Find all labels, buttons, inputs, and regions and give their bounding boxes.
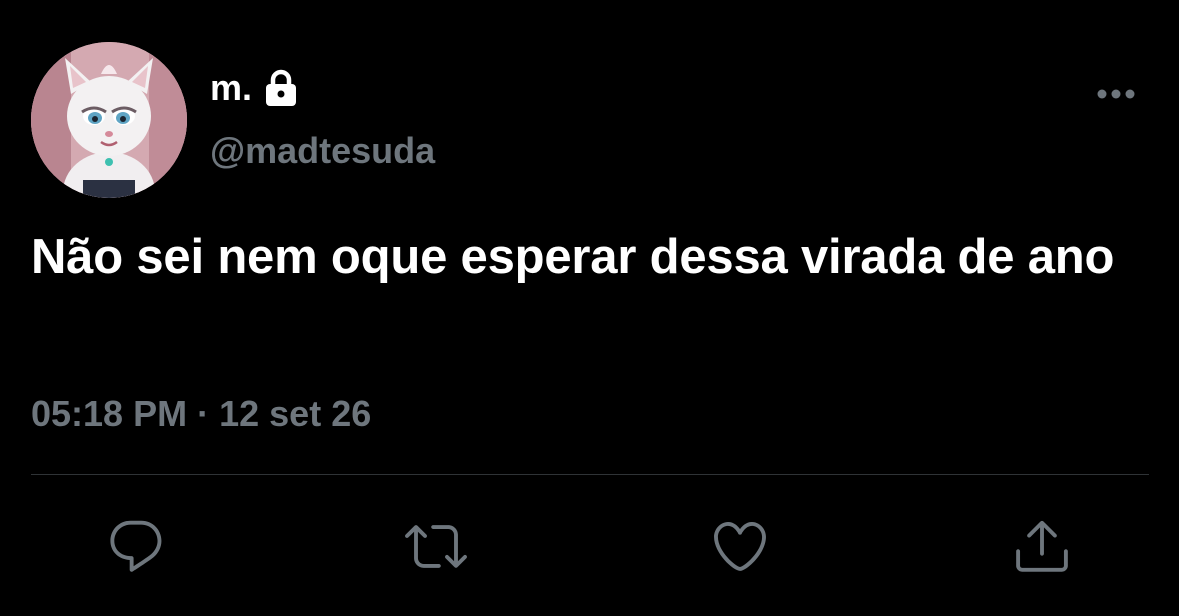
like-button[interactable]	[704, 510, 776, 582]
display-name[interactable]: m.	[210, 68, 298, 108]
divider	[31, 474, 1149, 475]
retweet-button[interactable]	[400, 510, 472, 582]
tweet-date[interactable]: 12 set 26	[219, 393, 371, 434]
user-handle[interactable]: @madtesuda	[210, 131, 435, 171]
meta-separator: ·	[197, 393, 210, 434]
share-icon	[1016, 520, 1068, 572]
share-button[interactable]	[1006, 510, 1078, 582]
lock-icon	[264, 69, 298, 107]
avatar[interactable]	[31, 42, 187, 198]
display-name-text[interactable]: m.	[210, 68, 252, 108]
tweet-timestamp[interactable]: 05:18 PM · 12 set 26	[31, 392, 371, 436]
tweet-card: m. @madtesuda Não sei nem oque esperar d…	[0, 0, 1179, 616]
like-icon	[714, 522, 766, 571]
retweet-icon	[405, 525, 467, 568]
reply-icon	[110, 520, 162, 572]
avatar-image	[31, 42, 187, 198]
action-bar	[0, 510, 1179, 590]
more-icon[interactable]	[1096, 86, 1136, 102]
tweet-time[interactable]: 05:18 PM	[31, 393, 187, 434]
reply-button[interactable]	[100, 510, 172, 582]
tweet-text: Não sei nem oque esperar dessa virada de…	[31, 230, 1115, 284]
